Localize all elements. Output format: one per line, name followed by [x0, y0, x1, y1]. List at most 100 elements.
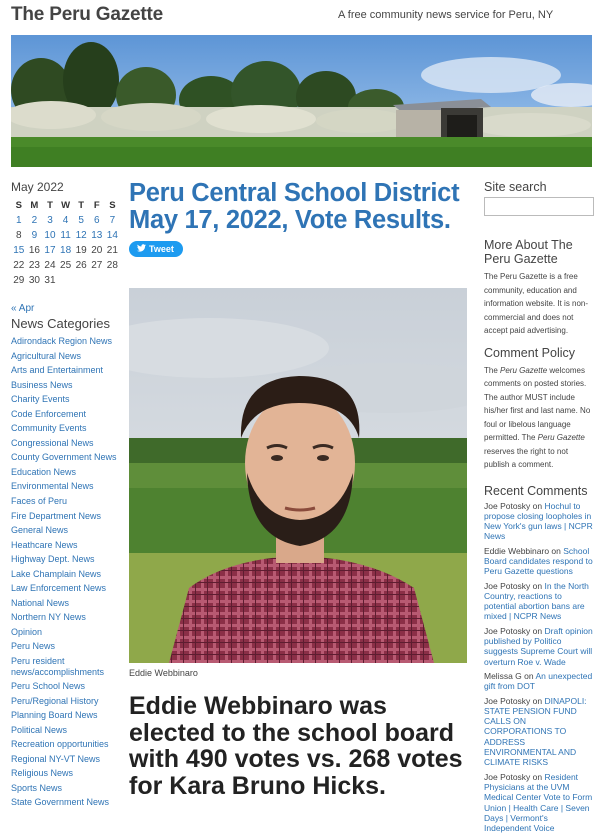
category-link[interactable]: Regional NY-VT News: [11, 752, 123, 767]
category-link[interactable]: Recreation opportunities: [11, 737, 123, 752]
calendar-week: 1234567: [11, 213, 120, 228]
category-link[interactable]: Code Enforcement: [11, 407, 123, 422]
comment-policy-title: Comment Policy: [484, 345, 575, 360]
calendar-day: 28: [106, 260, 118, 271]
calendar-day[interactable]: 9: [27, 228, 43, 243]
categories-title: News Categories: [11, 316, 110, 331]
calendar-title: May 2022: [11, 180, 64, 194]
calendar-day[interactable]: 7: [105, 213, 121, 228]
category-link[interactable]: Faces of Peru: [11, 494, 123, 509]
category-link[interactable]: Environmental News: [11, 479, 123, 494]
category-link[interactable]: Lake Champlain News: [11, 567, 123, 582]
category-link[interactable]: National News: [11, 596, 123, 611]
category-link[interactable]: Education News: [11, 465, 123, 480]
category-link[interactable]: Heathcare News: [11, 538, 123, 553]
category-link[interactable]: Peru School News: [11, 679, 123, 694]
calendar-day[interactable]: 3: [42, 213, 58, 228]
tweet-button[interactable]: Tweet: [129, 241, 183, 257]
calendar-day[interactable]: 4: [58, 213, 74, 228]
left-sidebar: May 2022 SMTWTFS 1 2 3 4 5 6 7 8 9 10 11 12 13 14 15 16…: [11, 180, 123, 810]
calendar-day[interactable]: 10: [42, 228, 58, 243]
calendar-day[interactable]: 18: [58, 243, 74, 258]
category-link[interactable]: Political News: [11, 723, 123, 738]
category-link[interactable]: Agricultural News: [11, 349, 123, 364]
category-link[interactable]: Community Events: [11, 421, 123, 436]
search-title: Site search: [484, 180, 547, 194]
comment-author: Joe Potosky: [484, 695, 531, 706]
calendar-day: [105, 273, 121, 288]
calendar-day[interactable]: 2: [27, 213, 43, 228]
about-title: More About The Peru Gazette: [484, 238, 573, 266]
recent-comment-item: Joe Potosky on Resident Physicians at th…: [484, 772, 594, 834]
category-link[interactable]: Planning Board News: [11, 708, 123, 723]
calendar-weekday: S: [15, 200, 22, 211]
bird-icon: [137, 244, 146, 254]
category-link[interactable]: Peru News: [11, 639, 123, 654]
calendar-week: 22 23 24 25 26 27 28: [11, 258, 120, 273]
calendar-day[interactable]: 12: [73, 228, 89, 243]
calendar-weekday: M: [30, 200, 39, 211]
calendar-day[interactable]: 1: [11, 213, 27, 228]
photo-caption: Eddie Webbinaro: [129, 668, 198, 678]
comment-on-text: on: [530, 625, 545, 636]
calendar-day: 23: [28, 260, 40, 271]
recent-comment-item: Joe Potosky on Draft opinion published b…: [484, 626, 594, 667]
calendar-day[interactable]: 14: [105, 228, 121, 243]
category-link[interactable]: Arts and Entertainment: [11, 363, 123, 378]
calendar-day: 26: [75, 260, 87, 271]
calendar-day[interactable]: 17: [42, 243, 58, 258]
category-link[interactable]: General News: [11, 523, 123, 538]
site-title[interactable]: The Peru Gazette: [11, 4, 163, 26]
calendar-day[interactable]: 15: [11, 243, 27, 258]
category-link[interactable]: Peru/Regional History: [11, 694, 123, 709]
calendar-prev-month-link[interactable]: « Apr: [11, 303, 123, 314]
calendar-day[interactable]: 5: [73, 213, 89, 228]
header-banner-image: [11, 35, 592, 167]
policy-text-part: reserves the right to not publish a comm…: [484, 446, 569, 470]
comment-author: Joe Potosky: [484, 771, 531, 782]
post-title[interactable]: Peru Central School District May 17, 202…: [129, 180, 469, 234]
category-link[interactable]: County Government News: [11, 450, 123, 465]
comment-on-text: on: [521, 670, 536, 681]
category-link[interactable]: Religious News: [11, 766, 123, 781]
category-link[interactable]: Fire Department News: [11, 509, 123, 524]
calendar-day: 30: [28, 275, 40, 286]
calendar-week: 29 30 31: [11, 273, 120, 288]
category-link[interactable]: Northern NY News: [11, 610, 123, 625]
comment-author: Melissa G: [484, 670, 522, 681]
categories-list: Adirondack Region News Agricultural News A…: [11, 334, 123, 810]
policy-text-part: The: [484, 365, 501, 375]
calendar-day[interactable]: 6: [89, 213, 105, 228]
calendar-week: 8 9 10 11 12 13 14: [11, 228, 120, 243]
calendar-day: 16: [28, 245, 40, 256]
category-link[interactable]: Highway Dept. News: [11, 552, 123, 567]
search-input[interactable]: [484, 197, 594, 216]
recent-comment-item: Joe Potosky on In the North Country, rea…: [484, 581, 594, 622]
calendar-day: 24: [44, 260, 56, 271]
comment-author: Eddie Webbinaro: [484, 545, 550, 556]
main-content: Peru Central School District May 17, 202…: [129, 180, 469, 799]
recent-comment-item: Joe Potosky on Hochul to propose closing…: [484, 501, 594, 542]
comment-post-link[interactable]: DINAPOLI: STATE PENSION FUND CALLS ON CO…: [484, 696, 587, 768]
category-link[interactable]: Sports News: [11, 781, 123, 796]
category-link[interactable]: Congressional News: [11, 436, 123, 451]
category-link[interactable]: Opinion: [11, 625, 123, 640]
policy-emphasis: Peru Gazette: [537, 433, 585, 442]
category-link[interactable]: Business News: [11, 378, 123, 393]
calendar-weekday: T: [47, 200, 53, 211]
recent-comment-item: Melissa G on An unexpected gift from DOT: [484, 671, 594, 692]
recent-comments-list: Joe Potosky on Hochul to propose closing…: [484, 501, 594, 834]
calendar-day[interactable]: 11: [58, 228, 74, 243]
comment-author: Joe Potosky: [484, 580, 531, 591]
category-link[interactable]: Peru resident news/accomplishments: [11, 656, 123, 678]
category-link[interactable]: Charity Events: [11, 392, 123, 407]
calendar-day[interactable]: 13: [89, 228, 105, 243]
comment-on-text: on: [530, 580, 545, 591]
category-link[interactable]: Adirondack Region News: [11, 334, 123, 349]
comment-on-text: on: [530, 500, 545, 511]
site-tagline: A free community news service for Peru, …: [338, 9, 554, 21]
category-link[interactable]: Law Enforcement News: [11, 581, 123, 596]
calendar-day: 29: [13, 275, 25, 286]
category-link[interactable]: State Government News: [11, 795, 123, 810]
calendar-day: [89, 273, 105, 288]
